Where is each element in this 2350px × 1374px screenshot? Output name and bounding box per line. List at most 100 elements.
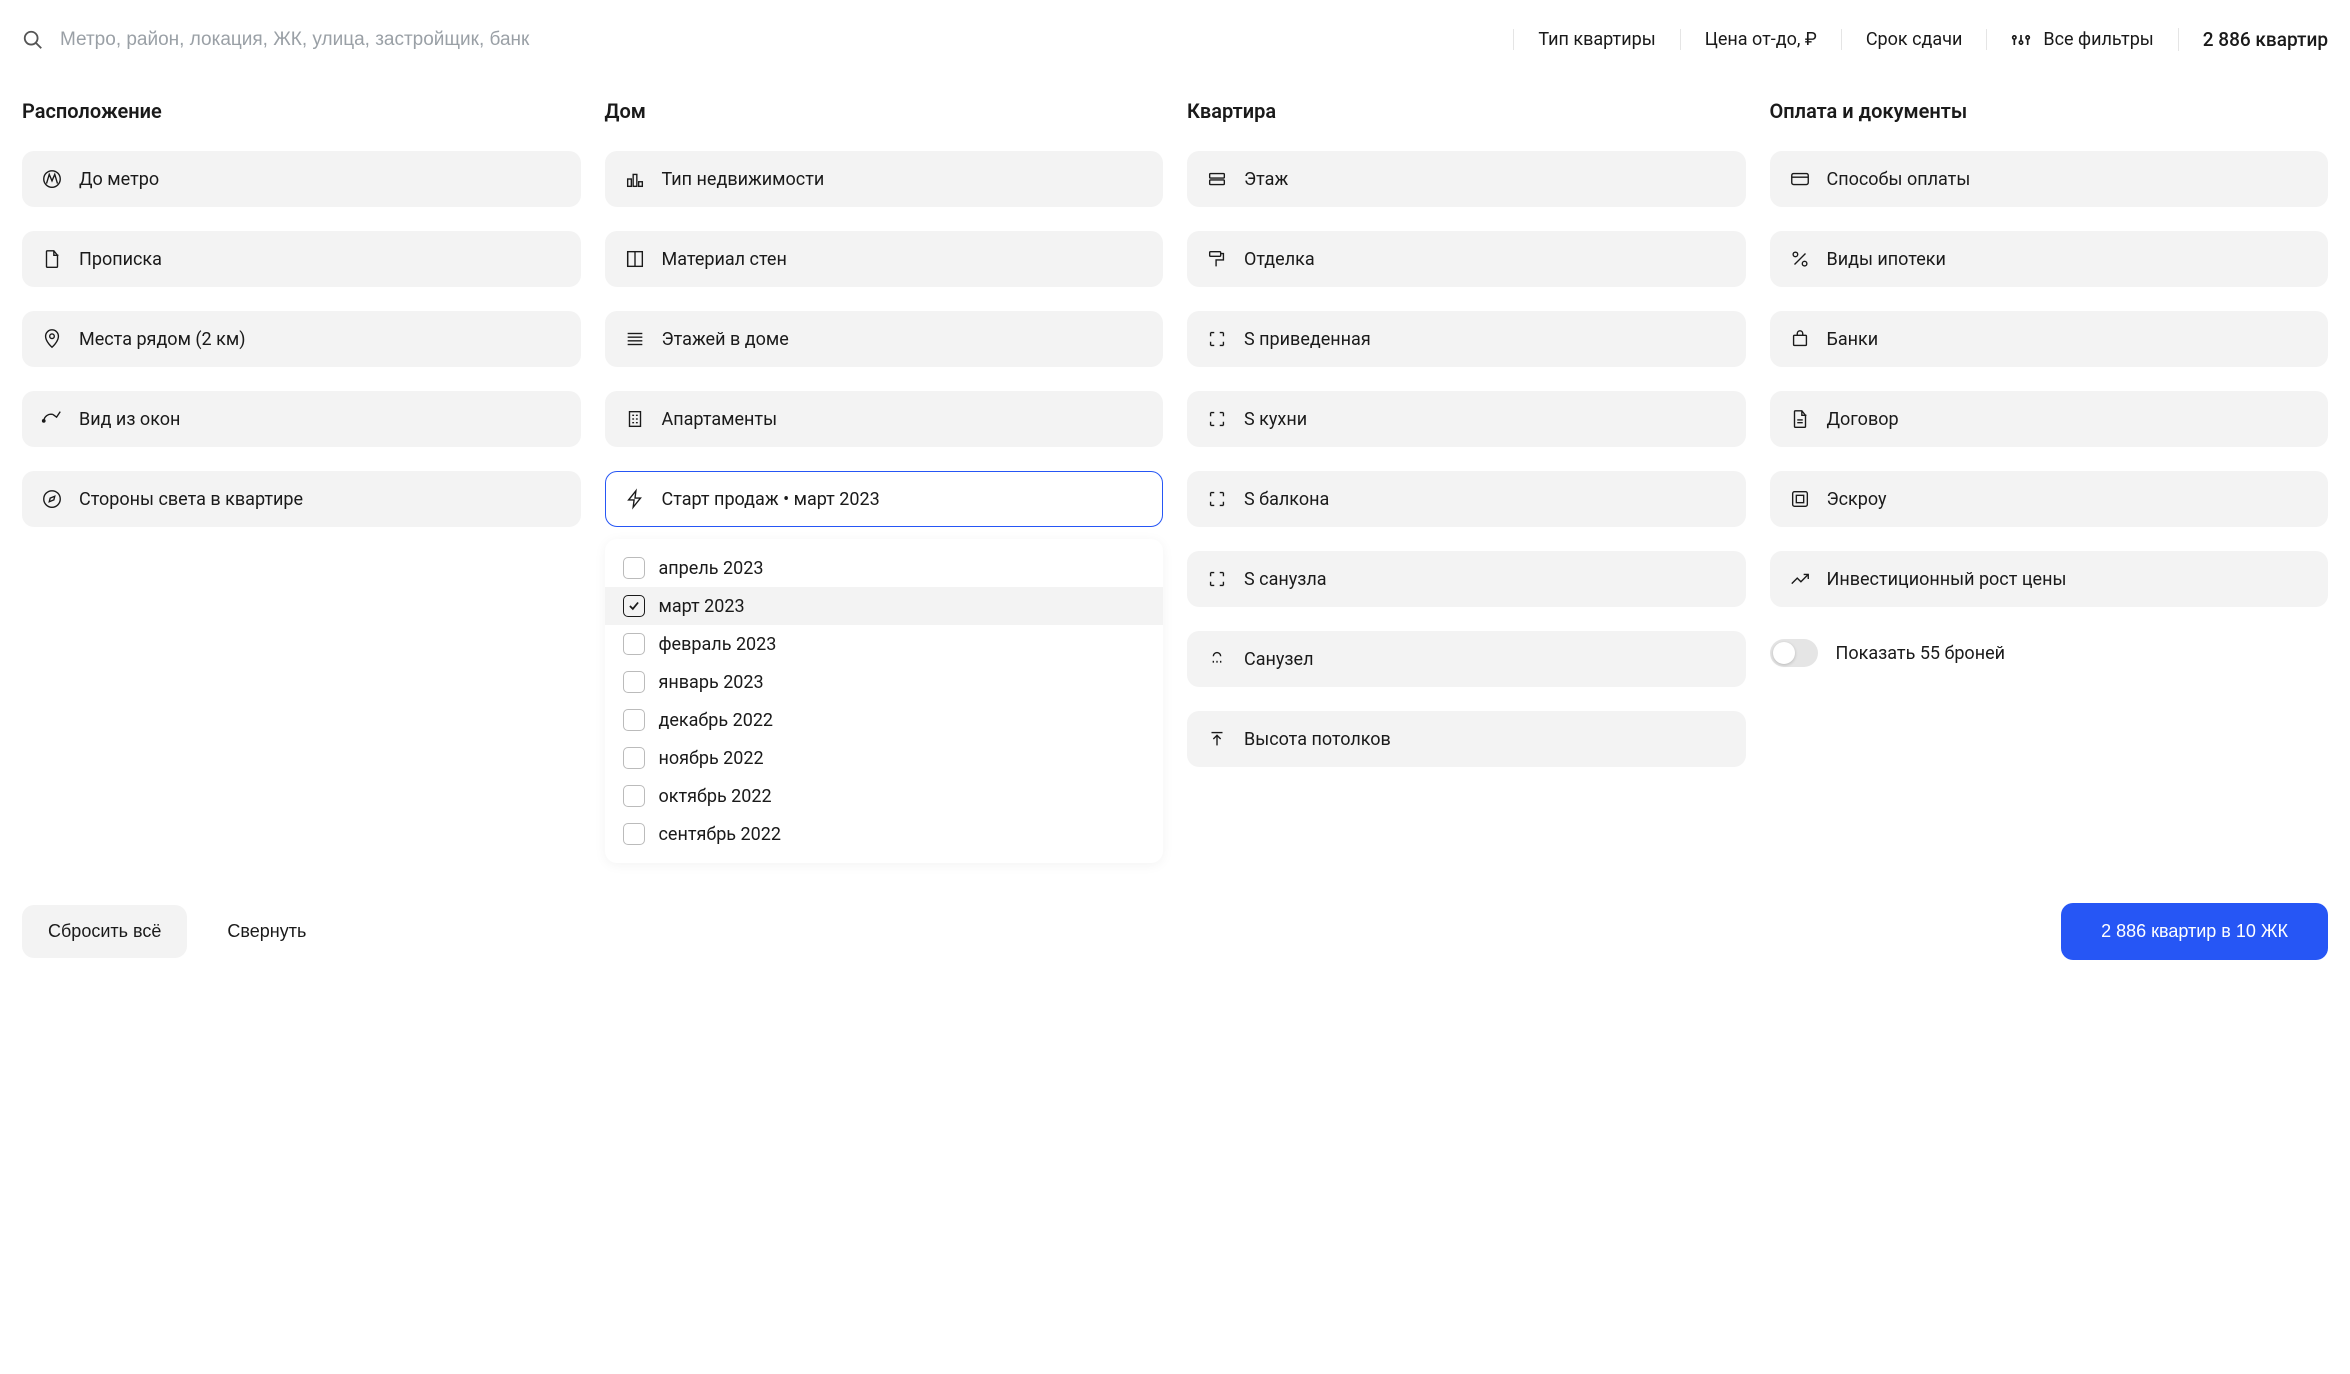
option-label: февраль 2023 [659, 634, 777, 655]
chip-kitchen-area[interactable]: S кухни [1187, 391, 1746, 447]
chip-sales-start[interactable]: Старт продаж • март 2023 [605, 471, 1164, 527]
option-label: январь 2023 [659, 672, 764, 693]
checkbox-icon [623, 633, 645, 655]
trending-up-icon [1789, 568, 1811, 590]
chip-label: S кухни [1244, 409, 1307, 430]
chip-ceiling-height[interactable]: Высота потолков [1187, 711, 1746, 767]
chip-label: Инвестиционный рост цены [1827, 569, 2067, 590]
search-icon [22, 29, 44, 51]
checkbox-icon [623, 747, 645, 769]
area-icon [1206, 488, 1228, 510]
compass-icon [41, 488, 63, 510]
chip-label: S приведенная [1244, 329, 1371, 350]
building-icon [624, 408, 646, 430]
chip-mortgage-types[interactable]: Виды ипотеки [1770, 231, 2329, 287]
column-payment: Оплата и документы Способы оплаты Виды и… [1770, 99, 2329, 863]
option-nov-2022[interactable]: ноябрь 2022 [605, 739, 1164, 777]
option-apr-2023[interactable]: апрель 2023 [605, 549, 1164, 587]
column-apartment: Квартира Этаж Отделка S приведенная S ку… [1187, 99, 1746, 863]
column-title-payment: Оплата и документы [1770, 99, 2329, 123]
escrow-icon [1789, 488, 1811, 510]
chip-label: Отделка [1244, 249, 1315, 270]
bolt-icon [624, 488, 646, 510]
option-label: март 2023 [659, 596, 745, 617]
chip-property-type[interactable]: Тип недвижимости [605, 151, 1164, 207]
document-icon [41, 248, 63, 270]
option-feb-2023[interactable]: февраль 2023 [605, 625, 1164, 663]
filter-price[interactable]: Цена от-до, ₽ [1680, 29, 1841, 50]
chip-label: Прописка [79, 249, 162, 270]
chip-wall-material[interactable]: Материал стен [605, 231, 1164, 287]
chip-payment-methods[interactable]: Способы оплаты [1770, 151, 2329, 207]
chip-label: Старт продаж • март 2023 [662, 489, 880, 510]
chip-escrow[interactable]: Эскроу [1770, 471, 2329, 527]
results-count-top: 2 886 квартир [2178, 28, 2328, 51]
column-location: Расположение До метро Прописка Места ряд… [22, 99, 581, 863]
chip-window-view[interactable]: Вид из окон [22, 391, 581, 447]
option-dec-2022[interactable]: декабрь 2022 [605, 701, 1164, 739]
option-label: октябрь 2022 [659, 786, 772, 807]
option-oct-2022[interactable]: октябрь 2022 [605, 777, 1164, 815]
floor-icon [1206, 168, 1228, 190]
checkbox-icon [623, 785, 645, 807]
chip-price-growth[interactable]: Инвестиционный рост цены [1770, 551, 2329, 607]
chip-area-reduced[interactable]: S приведенная [1187, 311, 1746, 367]
chip-bathroom[interactable]: Санузел [1187, 631, 1746, 687]
chip-registration[interactable]: Прописка [22, 231, 581, 287]
column-title-apartment: Квартира [1187, 99, 1746, 123]
chip-metro-distance[interactable]: До метро [22, 151, 581, 207]
chip-label: S санузла [1244, 569, 1327, 590]
chip-balcony-area[interactable]: S балкона [1187, 471, 1746, 527]
card-icon [1789, 168, 1811, 190]
checkbox-icon [623, 823, 645, 845]
search-input[interactable] [60, 29, 1513, 51]
map-pin-icon [41, 328, 63, 350]
chip-label: Эскроу [1827, 489, 1887, 510]
chip-label: Способы оплаты [1827, 169, 1971, 190]
wall-icon [624, 248, 646, 270]
chip-bathroom-area[interactable]: S санузла [1187, 551, 1746, 607]
chip-banks[interactable]: Банки [1770, 311, 2329, 367]
filter-apartment-type[interactable]: Тип квартиры [1513, 29, 1679, 50]
chip-label: Стороны света в квартире [79, 489, 303, 510]
option-mar-2023[interactable]: март 2023 [605, 587, 1164, 625]
chip-label: Места рядом (2 км) [79, 329, 245, 350]
reset-button[interactable]: Сбросить всё [22, 905, 187, 958]
chip-cardinal-directions[interactable]: Стороны света в квартире [22, 471, 581, 527]
floors-icon [624, 328, 646, 350]
footer-left: Сбросить всё Свернуть [22, 905, 328, 958]
filter-deadline[interactable]: Срок сдачи [1841, 29, 1987, 50]
sliders-icon [2011, 30, 2031, 50]
footer-bar: Сбросить всё Свернуть 2 886 квартир в 10… [22, 903, 2328, 960]
toggle-show-reserved: Показать 55 броней [1770, 639, 2329, 667]
chip-contract[interactable]: Договор [1770, 391, 2329, 447]
checkbox-icon [623, 557, 645, 579]
chip-label: S балкона [1244, 489, 1329, 510]
column-title-house: Дом [605, 99, 1164, 123]
bank-icon [1789, 328, 1811, 350]
chip-label: Виды ипотеки [1827, 249, 1946, 270]
chip-finishing[interactable]: Отделка [1187, 231, 1746, 287]
checkbox-checked-icon [623, 595, 645, 617]
chip-label: Высота потолков [1244, 729, 1391, 750]
chip-label: Санузел [1244, 649, 1314, 670]
chip-label: До метро [79, 169, 159, 190]
chip-label: Вид из окон [79, 409, 180, 430]
chip-places-nearby[interactable]: Места рядом (2 км) [22, 311, 581, 367]
chip-apartments[interactable]: Апартаменты [605, 391, 1164, 447]
filter-all[interactable]: Все фильтры [1986, 29, 2177, 50]
option-sep-2022[interactable]: сентябрь 2022 [605, 815, 1164, 853]
chip-label: Этаж [1244, 169, 1288, 190]
checkbox-icon [623, 709, 645, 731]
toggle-switch[interactable] [1770, 639, 1818, 667]
submit-button[interactable]: 2 886 квартир в 10 ЖК [2061, 903, 2328, 960]
checkbox-icon [623, 671, 645, 693]
chip-floors-count[interactable]: Этажей в доме [605, 311, 1164, 367]
bar-chart-icon [624, 168, 646, 190]
search-wrapper [22, 29, 1513, 51]
chip-label: Апартаменты [662, 409, 778, 430]
option-label: сентябрь 2022 [659, 824, 782, 845]
collapse-button[interactable]: Свернуть [205, 905, 328, 958]
option-jan-2023[interactable]: январь 2023 [605, 663, 1164, 701]
chip-floor[interactable]: Этаж [1187, 151, 1746, 207]
